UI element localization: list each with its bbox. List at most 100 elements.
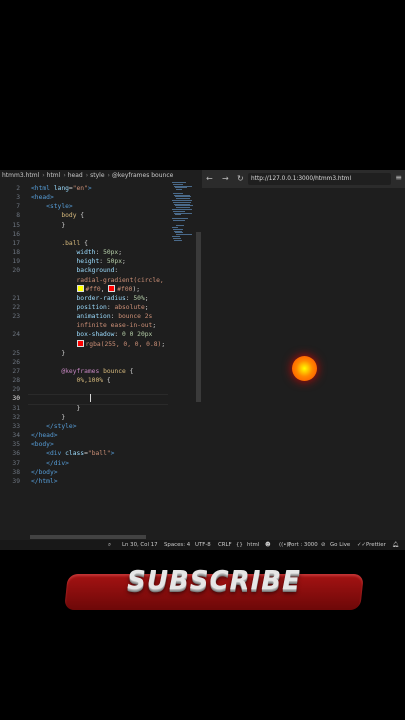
code-line[interactable]: 35 <body>: [0, 440, 168, 449]
browser-preview-panel: ← → ↻ http://127.0.0.1:3000/htmm3.html ≡: [202, 170, 405, 540]
code-text: <body>: [31, 441, 54, 449]
code-area[interactable]: 2 <html lang="en"> 3 <head> 7 <style> 8 body …: [0, 182, 168, 537]
code-editor-panel: htmm3.html › html › head › style › @keyframes bo…: [0, 170, 205, 550]
code-text: </html>: [31, 477, 58, 485]
line-number: 31: [12, 404, 20, 412]
code-text: background:: [76, 267, 119, 275]
reload-icon[interactable]: ↻: [237, 173, 244, 185]
breadcrumb-item[interactable]: html: [47, 172, 61, 179]
code-line[interactable]: 27 @keyframes bounce {: [0, 367, 168, 376]
line-number: 8: [16, 212, 20, 220]
line-number: 32: [12, 413, 20, 421]
breadcrumb[interactable]: htmm3.html › html › head › style › @keyframes bo…: [0, 170, 205, 182]
line-number: 16: [12, 230, 20, 238]
code-line[interactable]: rgba(255, 0, 0, 0.8);: [0, 340, 168, 349]
code-line[interactable]: 8 body {: [0, 211, 168, 220]
line-number: 34: [12, 432, 20, 440]
code-line[interactable]: 17 .ball {: [0, 239, 168, 248]
minimap-line: [174, 239, 182, 241]
color-swatch-icon[interactable]: [76, 285, 84, 293]
language-mode[interactable]: html: [247, 540, 259, 550]
breadcrumb-item[interactable]: htmm3.html: [2, 172, 39, 179]
horizontal-scrollbar[interactable]: [30, 535, 146, 539]
code-line[interactable]: 2 <html lang="en">: [0, 184, 168, 193]
code-text: <style>: [46, 203, 73, 211]
code-text: #ff0, #f00);: [31, 285, 140, 294]
code-line[interactable]: 33 </style>: [0, 422, 168, 431]
code-line[interactable]: 7 <style>: [0, 202, 168, 211]
code-text: }: [31, 221, 66, 229]
code-line[interactable]: 39 </html>: [0, 477, 168, 486]
braces-icon[interactable]: {}: [236, 540, 243, 550]
menu-icon[interactable]: ≡: [395, 173, 402, 182]
color-swatch-icon[interactable]: [76, 340, 84, 348]
code-line[interactable]: infinite ease-in-out;: [0, 321, 168, 330]
minimap-line: [173, 219, 185, 221]
line-number: 29: [12, 386, 20, 394]
code-text: radial-gradient(circle,: [76, 276, 164, 284]
color-swatch-icon[interactable]: [108, 285, 116, 293]
code-text: animation: bounce 2s: [76, 313, 153, 321]
code-line[interactable]: 37 </div>: [0, 459, 168, 468]
breadcrumb-item[interactable]: head: [68, 172, 83, 179]
code-line[interactable]: 3 <head>: [0, 193, 168, 202]
subscribe-banner[interactable]: SUBSCRIBE: [64, 566, 364, 610]
line-number: 39: [12, 477, 20, 485]
port-status[interactable]: Port : 3000: [288, 540, 318, 550]
code-line[interactable]: 28 0%,100% {: [0, 376, 168, 385]
code-line[interactable]: 19 height: 50px;: [0, 257, 168, 266]
check-icon: ✓✓: [357, 542, 367, 548]
code-line[interactable]: 21 border-radius: 50%;: [0, 294, 168, 303]
line-number: 24: [12, 331, 20, 339]
breadcrumb-separator: ›: [85, 172, 89, 179]
encoding[interactable]: UTF-8: [195, 540, 211, 550]
code-line[interactable]: 36 <div class="ball">: [0, 449, 168, 458]
code-line[interactable]: 15 }: [0, 221, 168, 230]
vertical-scrollbar[interactable]: [196, 232, 201, 402]
prettier-button[interactable]: Prettier: [366, 540, 386, 550]
indent-spaces[interactable]: Spaces: 4: [164, 540, 190, 550]
line-number: 2: [16, 185, 20, 192]
breadcrumb-item[interactable]: @keyframes bounce: [112, 172, 173, 179]
code-line[interactable]: radial-gradient(circle,: [0, 276, 168, 285]
line-number: 36: [12, 450, 20, 458]
bouncing-ball: [292, 356, 317, 381]
code-line[interactable]: 18 width: 50px;: [0, 248, 168, 257]
golive-icon: ⊘: [321, 542, 326, 548]
copilot-icon[interactable]: ☻: [265, 540, 271, 550]
browser-toolbar: ← → ↻ http://127.0.0.1:3000/htmm3.html ≡: [202, 170, 405, 188]
forward-arrow-icon[interactable]: →: [222, 173, 229, 185]
code-line[interactable]: 22 position: absolute;: [0, 303, 168, 312]
bell-icon[interactable]: 🔔︎: [392, 540, 399, 550]
line-number: 20: [12, 267, 20, 275]
code-line[interactable]: 32 }: [0, 413, 168, 422]
line-number: 18: [12, 249, 20, 257]
code-line[interactable]: 23 animation: bounce 2s: [0, 312, 168, 321]
search-icon[interactable]: ⌕: [108, 540, 111, 550]
code-line[interactable]: 16: [0, 230, 168, 239]
go-live-button[interactable]: Go Live: [330, 540, 350, 550]
code-line[interactable]: 38 </body>: [0, 468, 168, 477]
code-text: </style>: [46, 422, 77, 430]
breadcrumb-item[interactable]: style: [90, 172, 104, 179]
text-cursor: [90, 394, 91, 402]
line-ending[interactable]: CRLF: [218, 540, 232, 550]
code-line[interactable]: 25 }: [0, 349, 168, 358]
code-text: 0%,100% {: [76, 377, 111, 385]
back-arrow-icon[interactable]: ←: [206, 173, 213, 185]
code-line[interactable]: 29: [0, 385, 168, 394]
line-number: 25: [12, 349, 20, 357]
code-line[interactable]: 34 </head>: [0, 431, 168, 440]
url-bar[interactable]: http://127.0.0.1:3000/htmm3.html: [248, 173, 391, 185]
cursor-position[interactable]: Ln 30, Col 17: [122, 540, 158, 550]
code-text: .ball {: [61, 239, 88, 247]
code-line[interactable]: 24 box-shadow: 0 0 20px: [0, 330, 168, 339]
minimap[interactable]: [170, 182, 196, 242]
code-line[interactable]: 20 background:: [0, 266, 168, 275]
code-line[interactable]: #ff0, #f00);: [0, 285, 168, 294]
code-text: </body>: [31, 468, 58, 476]
code-line[interactable]: 26: [0, 358, 168, 367]
line-number: 33: [12, 422, 20, 430]
line-number: 22: [12, 303, 20, 311]
subscribe-label: SUBSCRIBE: [127, 566, 301, 596]
